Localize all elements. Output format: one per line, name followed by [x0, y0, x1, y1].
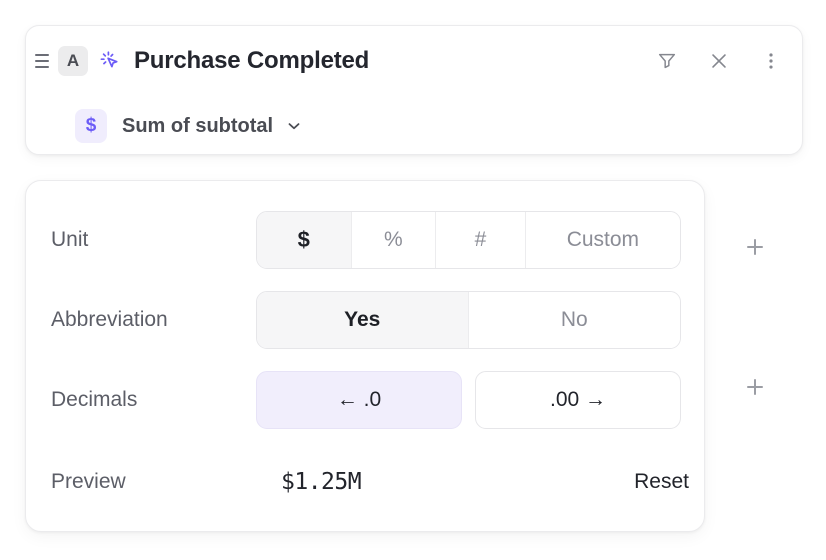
measure-header-card: A Purchase Completed	[25, 25, 803, 155]
currency-dollar-icon: $	[75, 109, 107, 143]
unit-option-dollar[interactable]: $	[257, 212, 352, 268]
unit-label: Unit	[51, 228, 88, 252]
measure-selector-row[interactable]: $ Sum of subtotal	[26, 96, 802, 156]
preview-label: Preview	[51, 470, 126, 494]
abbreviation-row: Abbreviation Yes No	[26, 289, 704, 351]
close-icon[interactable]	[706, 48, 732, 74]
abbreviation-option-yes[interactable]: Yes	[257, 292, 469, 348]
decimals-button-group: ← .0 .00 →	[256, 371, 681, 429]
page-title: Purchase Completed	[134, 47, 369, 75]
add-decimals-plus-icon[interactable]	[740, 372, 770, 402]
abbreviation-option-no[interactable]: No	[469, 292, 681, 348]
unit-option-custom[interactable]: Custom	[526, 212, 680, 268]
format-settings-card: Unit $ % # Custom Abbreviation Yes No De…	[25, 180, 705, 532]
measure-header-title-row: A Purchase Completed	[26, 26, 802, 96]
abbreviation-segmented-control[interactable]: Yes No	[256, 291, 681, 349]
reset-button[interactable]: Reset	[634, 470, 689, 494]
unit-segmented-control[interactable]: $ % # Custom	[256, 211, 681, 269]
measure-letter-badge: A	[58, 46, 88, 76]
unit-option-number[interactable]: #	[436, 212, 526, 268]
unit-row: Unit $ % # Custom	[26, 209, 704, 271]
filter-icon[interactable]	[654, 48, 680, 74]
unit-option-percent[interactable]: %	[352, 212, 437, 268]
more-options-icon[interactable]	[758, 48, 784, 74]
increase-decimals-button[interactable]: .00 →	[475, 371, 681, 429]
measure-format-panel: A Purchase Completed	[0, 0, 826, 560]
measure-name-label: Sum of subtotal	[122, 115, 273, 138]
chevron-down-icon[interactable]	[285, 117, 303, 135]
decimals-row: Decimals ← .0 .00 →	[26, 369, 704, 431]
cursor-click-sparkle-icon	[96, 47, 124, 75]
add-unit-plus-icon[interactable]	[740, 232, 770, 262]
abbreviation-label: Abbreviation	[51, 308, 168, 332]
header-actions	[654, 26, 784, 96]
decrease-decimals-button[interactable]: ← .0	[256, 371, 462, 429]
preview-row: Preview $1.25M Reset	[26, 451, 704, 513]
preview-value: $1.25M	[281, 469, 361, 495]
hamburger-drag-icon[interactable]	[35, 51, 55, 71]
decimals-label: Decimals	[51, 388, 137, 412]
